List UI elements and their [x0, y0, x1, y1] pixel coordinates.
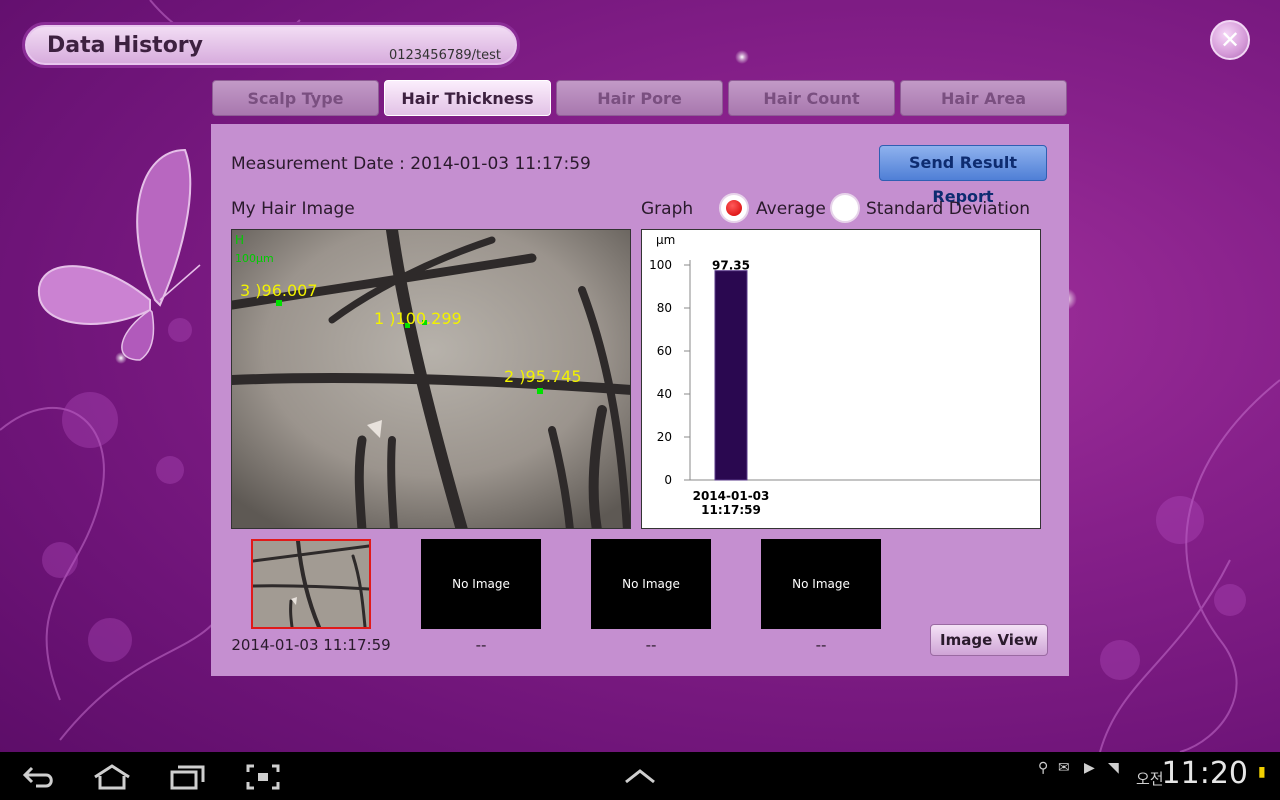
close-button[interactable]: ✕ — [1210, 20, 1250, 60]
thumbnail-selected[interactable] — [251, 539, 371, 629]
standard-deviation-radio[interactable] — [830, 193, 860, 223]
bar — [714, 270, 748, 481]
title-bar: Data History 0123456789/test — [22, 22, 520, 68]
thumbnail-image — [253, 541, 369, 627]
tab-hair-pore[interactable]: Hair Pore — [556, 80, 723, 116]
y-tick-label: 40 — [657, 387, 672, 401]
wifi-icon: ◥ — [1108, 760, 1119, 776]
email-icon: ✉ — [1058, 760, 1070, 776]
graph-label: Graph — [641, 199, 694, 219]
close-icon: ✕ — [1219, 26, 1241, 54]
user-id: 0123456789/test — [388, 48, 501, 63]
y-tick-label: 0 — [664, 473, 672, 487]
bar-value-label: 97.35 — [712, 259, 750, 273]
tab-hair-count[interactable]: Hair Count — [728, 80, 895, 116]
chevron-up-icon[interactable] — [624, 768, 656, 784]
home-icon[interactable] — [92, 764, 132, 790]
system-navigation-bar: ⚲ ✉ ▶ ◥ 오전 11:20 ▮ — [0, 752, 1280, 800]
clock: 11:20 — [1161, 756, 1248, 791]
thumbnail-empty[interactable]: No Image — [761, 539, 881, 629]
average-radio[interactable] — [719, 193, 749, 223]
sparkle — [115, 352, 127, 364]
standard-deviation-label: Standard Deviation — [866, 199, 1031, 219]
measurement-3: 3 )96.007 — [240, 281, 318, 300]
x-tick-label-line1: 2014-01-03 — [693, 489, 770, 503]
screenshot-icon[interactable] — [246, 764, 280, 790]
x-tick-label-line2: 11:17:59 — [701, 503, 761, 517]
back-icon[interactable] — [22, 764, 56, 790]
usb-icon: ⚲ — [1038, 760, 1049, 776]
y-axis-label: μm — [656, 233, 675, 247]
measurement-2: 2 )95.745 — [504, 367, 582, 386]
measurement-date: Measurement Date : 2014-01-03 11:17:59 — [231, 154, 591, 174]
tab-hair-thickness[interactable]: Hair Thickness — [384, 80, 551, 116]
tab-hair-area[interactable]: Hair Area — [900, 80, 1067, 116]
my-hair-image-label: My Hair Image — [231, 199, 355, 219]
measurement-1: 1 )100.299 — [374, 309, 462, 328]
hair-microscope-image[interactable]: H 100μm 3 )96.007 1 )100.299 2 )95.745 — [231, 229, 631, 529]
hair-image-canvas: H 100μm 3 )96.007 1 )100.299 2 )95.745 — [232, 230, 630, 528]
radio-selected-dot — [726, 200, 742, 216]
thumbnail-date: -- — [475, 636, 487, 654]
am-pm-label: 오전 — [1136, 770, 1164, 788]
y-tick-label: 80 — [657, 301, 672, 315]
thumbnail-empty[interactable]: No Image — [591, 539, 711, 629]
thickness-bar-chart: μm 100 80 60 40 20 0 97.35 2014-01-03 11:17:5… — [649, 233, 1040, 517]
thumbnail-date: -- — [645, 636, 657, 654]
send-result-report-button[interactable]: Send Result Report — [879, 145, 1047, 206]
thumbnail-empty[interactable]: No Image — [421, 539, 541, 629]
y-tick-label: 20 — [657, 430, 672, 444]
thumbnail-date: 2014-01-03 11:17:59 — [231, 636, 391, 654]
battery-icon: ▮ — [1258, 764, 1266, 780]
y-tick-label: 100 — [649, 258, 672, 272]
scale-label: 100μm — [235, 252, 274, 265]
y-tick-label: 60 — [657, 344, 672, 358]
scale-marker-h: H — [235, 233, 244, 247]
content-panel: Measurement Date : 2014-01-03 11:17:59 S… — [211, 124, 1069, 676]
average-radio-label: Average — [756, 199, 826, 219]
page-title: Data History — [47, 33, 203, 58]
graph-box: μm 100 80 60 40 20 0 97.35 2014-01-03 11:17:5… — [641, 229, 1041, 529]
sparkle — [735, 50, 749, 64]
image-view-button[interactable]: Image View — [930, 624, 1048, 656]
play-store-icon: ▶ — [1084, 760, 1095, 776]
thumbnail-date: -- — [815, 636, 827, 654]
recent-apps-icon[interactable] — [170, 764, 206, 790]
butterfly-decoration — [37, 148, 201, 361]
tab-scalp-type[interactable]: Scalp Type — [212, 80, 379, 116]
